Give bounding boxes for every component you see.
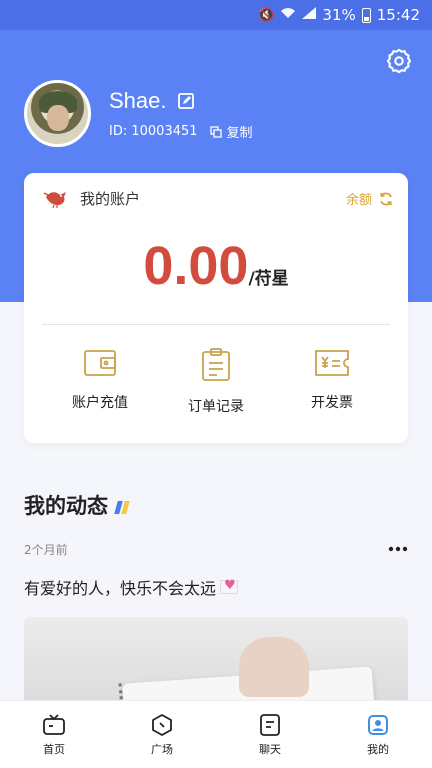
balance-label: 余额	[345, 193, 372, 208]
user-id: ID: 10003451	[109, 124, 198, 139]
copy-label: 复制	[226, 126, 253, 141]
post-text-row: 有爱好的人，快乐不会太远	[24, 575, 239, 599]
wifi-icon	[280, 7, 296, 23]
profile-name-row: Shae.	[109, 88, 195, 114]
balance-value: 0.00	[143, 236, 249, 296]
username: Shae.	[109, 88, 167, 113]
orders-label: 订单记录	[188, 399, 244, 415]
wallet-icon	[84, 350, 116, 376]
signal-icon	[302, 7, 317, 23]
copy-button[interactable]: 复制	[209, 122, 253, 141]
tab-home-label: 首页	[43, 742, 65, 756]
more-dots-icon	[388, 546, 408, 552]
battery-percent: 31%	[322, 6, 356, 24]
tab-mine-label: 我的	[367, 742, 389, 756]
post-text: 有爱好的人，快乐不会太远	[24, 579, 217, 598]
recharge-label: 账户充值	[72, 395, 128, 411]
mute-icon: 🔇	[258, 7, 275, 23]
tab-home[interactable]: 首页	[0, 701, 108, 768]
user-icon	[368, 714, 388, 735]
heart-letter-emoji	[220, 578, 239, 594]
bird-logo-icon	[43, 192, 66, 209]
invoice-label: 开发票	[311, 395, 353, 411]
tab-bar: 首页 广场 聊天 我的	[0, 700, 432, 768]
invoice-button[interactable]: 开发票	[282, 348, 382, 416]
gear-icon	[386, 48, 412, 74]
tab-chat-label: 聊天	[259, 742, 281, 756]
balance-amount: 0.00/苻星	[24, 235, 408, 297]
compass-icon	[152, 713, 172, 736]
invoice-icon	[315, 350, 349, 376]
chat-icon	[260, 713, 280, 736]
tab-chat[interactable]: 聊天	[216, 701, 324, 768]
title-decoration	[114, 500, 130, 514]
tab-square[interactable]: 广场	[108, 701, 216, 768]
user-id-row: ID: 10003451 复制	[109, 122, 253, 141]
settings-button[interactable]	[384, 46, 414, 76]
feed-title-row: 我的动态	[24, 490, 130, 520]
copy-icon	[209, 125, 222, 138]
edit-icon[interactable]	[177, 92, 195, 110]
tab-mine[interactable]: 我的	[324, 701, 432, 768]
avatar[interactable]	[24, 80, 91, 147]
more-button[interactable]	[388, 536, 408, 557]
account-title: 我的账户	[80, 189, 141, 208]
clock: 15:42	[376, 6, 420, 24]
feed-title: 我的动态	[24, 494, 108, 518]
recharge-button[interactable]: 账户充值	[50, 348, 150, 416]
divider	[42, 324, 390, 325]
balance-button[interactable]: 余额	[346, 189, 394, 208]
balance-unit: /苻星	[248, 269, 289, 289]
post-time: 2个月前	[24, 543, 68, 557]
account-card: 我的账户 余额 0.00/苻星 账户充值 订单记录 开发票	[24, 173, 408, 443]
tab-square-label: 广场	[151, 742, 173, 756]
clipboard-icon	[202, 348, 230, 381]
tv-icon	[43, 713, 65, 735]
account-title-row: 我的账户	[42, 187, 140, 209]
status-bar: 🔇 31% 15:42	[0, 0, 432, 30]
refresh-icon	[380, 192, 392, 205]
account-actions: 账户充值 订单记录 开发票	[24, 348, 408, 416]
orders-button[interactable]: 订单记录	[166, 348, 266, 416]
battery-icon	[361, 7, 371, 23]
